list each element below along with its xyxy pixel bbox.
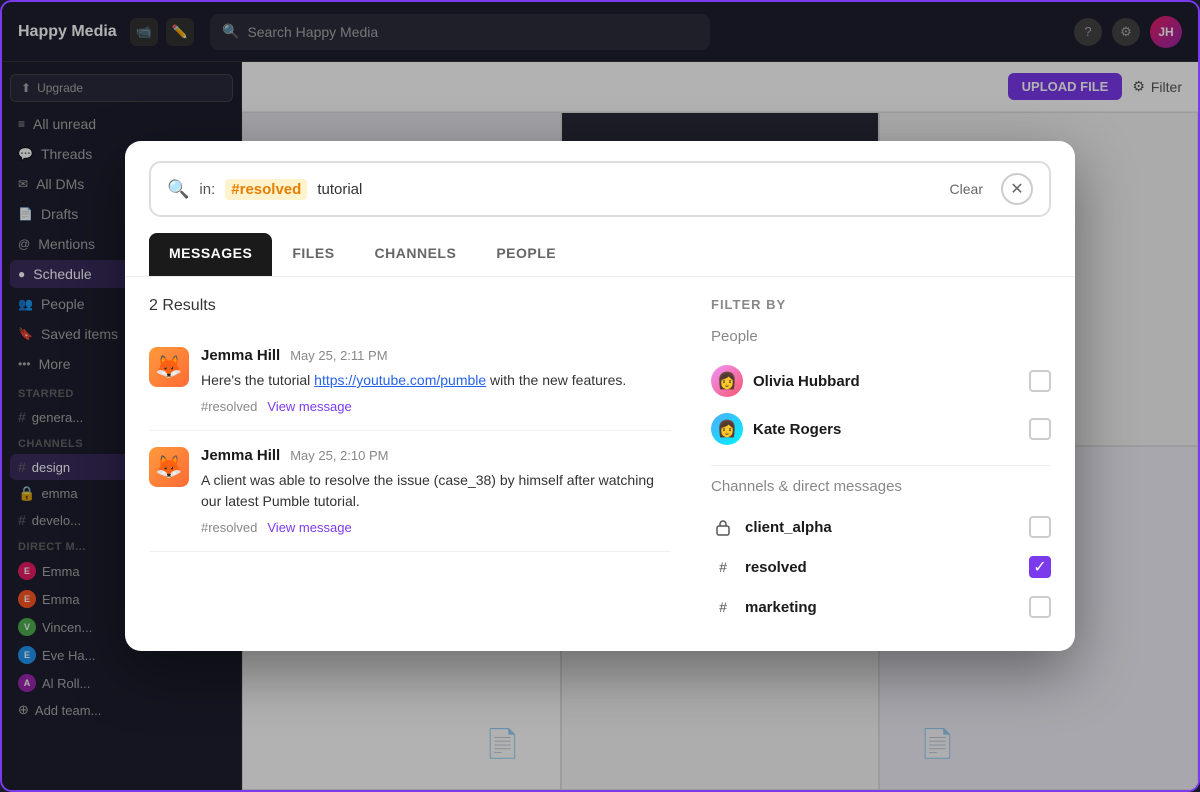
result-footer-2: #resolved View message [201, 520, 671, 535]
tab-people[interactable]: PEOPLE [476, 233, 576, 276]
results-panel: 2 Results 🦊 Jemma Hill May 25, 2:11 PM [149, 297, 671, 627]
checkbox-marketing[interactable] [1029, 596, 1051, 618]
modal-overlay: 🔍 in: #resolved tutorial Clear ✕ MESSAGE… [2, 2, 1198, 790]
result-channel-2: #resolved [201, 520, 257, 535]
result-content-1: Jemma Hill May 25, 2:11 PM Here's the tu… [201, 347, 671, 414]
filter-channels-title: Channels & direct messages [711, 478, 1051, 495]
result-channel-1: #resolved [201, 399, 257, 414]
view-message-link-2[interactable]: View message [267, 520, 351, 535]
result-author-1: Jemma Hill [201, 347, 280, 364]
close-modal-button[interactable]: ✕ [1001, 173, 1033, 205]
filter-item-left-marketing: # marketing [711, 595, 817, 619]
filter-item-kate: 👩 Kate Rogers [711, 405, 1051, 453]
result-link-1[interactable]: https://youtube.com/pumble [314, 372, 486, 388]
clear-button[interactable]: Clear [942, 177, 991, 201]
filter-channel-name-marketing: marketing [745, 599, 817, 616]
search-query-text[interactable]: tutorial [317, 181, 931, 198]
filter-divider [711, 465, 1051, 466]
result-footer-1: #resolved View message [201, 399, 671, 414]
filter-item-client-alpha: client_alpha [711, 507, 1051, 547]
tab-files[interactable]: FILES [272, 233, 354, 276]
filter-item-olivia: 👩 Olivia Hubbard [711, 357, 1051, 405]
result-header-2: Jemma Hill May 25, 2:10 PM [201, 447, 671, 464]
filter-avatar-olivia: 👩 [711, 365, 743, 397]
filter-item-left-resolved: # resolved [711, 555, 807, 579]
tab-messages[interactable]: MESSAGES [149, 233, 272, 276]
result-time-2: May 25, 2:10 PM [290, 448, 388, 463]
filter-item-left-kate: 👩 Kate Rogers [711, 413, 841, 445]
search-icon: 🔍 [167, 179, 189, 200]
search-modal: 🔍 in: #resolved tutorial Clear ✕ MESSAGE… [125, 141, 1075, 651]
result-avatar-2: 🦊 [149, 447, 189, 487]
checkbox-client-alpha[interactable] [1029, 516, 1051, 538]
search-tag[interactable]: #resolved [225, 179, 307, 200]
search-tabs: MESSAGES FILES CHANNELS PEOPLE [125, 233, 1075, 277]
filter-name-olivia: Olivia Hubbard [753, 373, 860, 390]
filter-name-kate: Kate Rogers [753, 421, 841, 438]
result-author-2: Jemma Hill [201, 447, 280, 464]
filter-item-left-olivia: 👩 Olivia Hubbard [711, 365, 860, 397]
result-time-1: May 25, 2:11 PM [290, 348, 387, 363]
filter-avatar-kate: 👩 [711, 413, 743, 445]
lock-icon [711, 515, 735, 539]
checkbox-kate[interactable] [1029, 418, 1051, 440]
result-item-1: 🦊 Jemma Hill May 25, 2:11 PM Here's the … [149, 331, 671, 431]
filter-channel-name-resolved: resolved [745, 559, 807, 576]
result-header-1: Jemma Hill May 25, 2:11 PM [201, 347, 671, 364]
filter-channel-name-client-alpha: client_alpha [745, 519, 832, 536]
result-text-2: A client was able to resolve the issue (… [201, 470, 671, 512]
modal-body: 2 Results 🦊 Jemma Hill May 25, 2:11 PM [125, 277, 1075, 651]
result-text-1: Here's the tutorial https://youtube.com/… [201, 370, 671, 391]
filter-panel: FILTER BY People 👩 Olivia Hubbard [711, 297, 1051, 627]
filter-item-left-client-alpha: client_alpha [711, 515, 832, 539]
result-avatar-1: 🦊 [149, 347, 189, 387]
tab-channels[interactable]: CHANNELS [355, 233, 477, 276]
filter-item-resolved: # resolved ✓ [711, 547, 1051, 587]
filter-people-title: People [711, 328, 1051, 345]
view-message-link-1[interactable]: View message [267, 399, 351, 414]
search-header: 🔍 in: #resolved tutorial Clear ✕ [125, 141, 1075, 217]
result-content-2: Jemma Hill May 25, 2:10 PM A client was … [201, 447, 671, 535]
filter-title: FILTER BY [711, 297, 1051, 312]
checkbox-olivia[interactable] [1029, 370, 1051, 392]
app-background: Happy Media 📹 ✏️ 🔍 Search Happy Media ? … [0, 0, 1200, 792]
result-item-2: 🦊 Jemma Hill May 25, 2:10 PM A client wa… [149, 431, 671, 552]
search-box[interactable]: 🔍 in: #resolved tutorial Clear ✕ [149, 161, 1051, 217]
results-count: 2 Results [149, 297, 671, 315]
filter-item-marketing: # marketing [711, 587, 1051, 627]
checkbox-resolved[interactable]: ✓ [1029, 556, 1051, 578]
search-in-label: in: [199, 181, 215, 198]
hash-icon-resolved: # [711, 555, 735, 579]
hash-icon-marketing: # [711, 595, 735, 619]
